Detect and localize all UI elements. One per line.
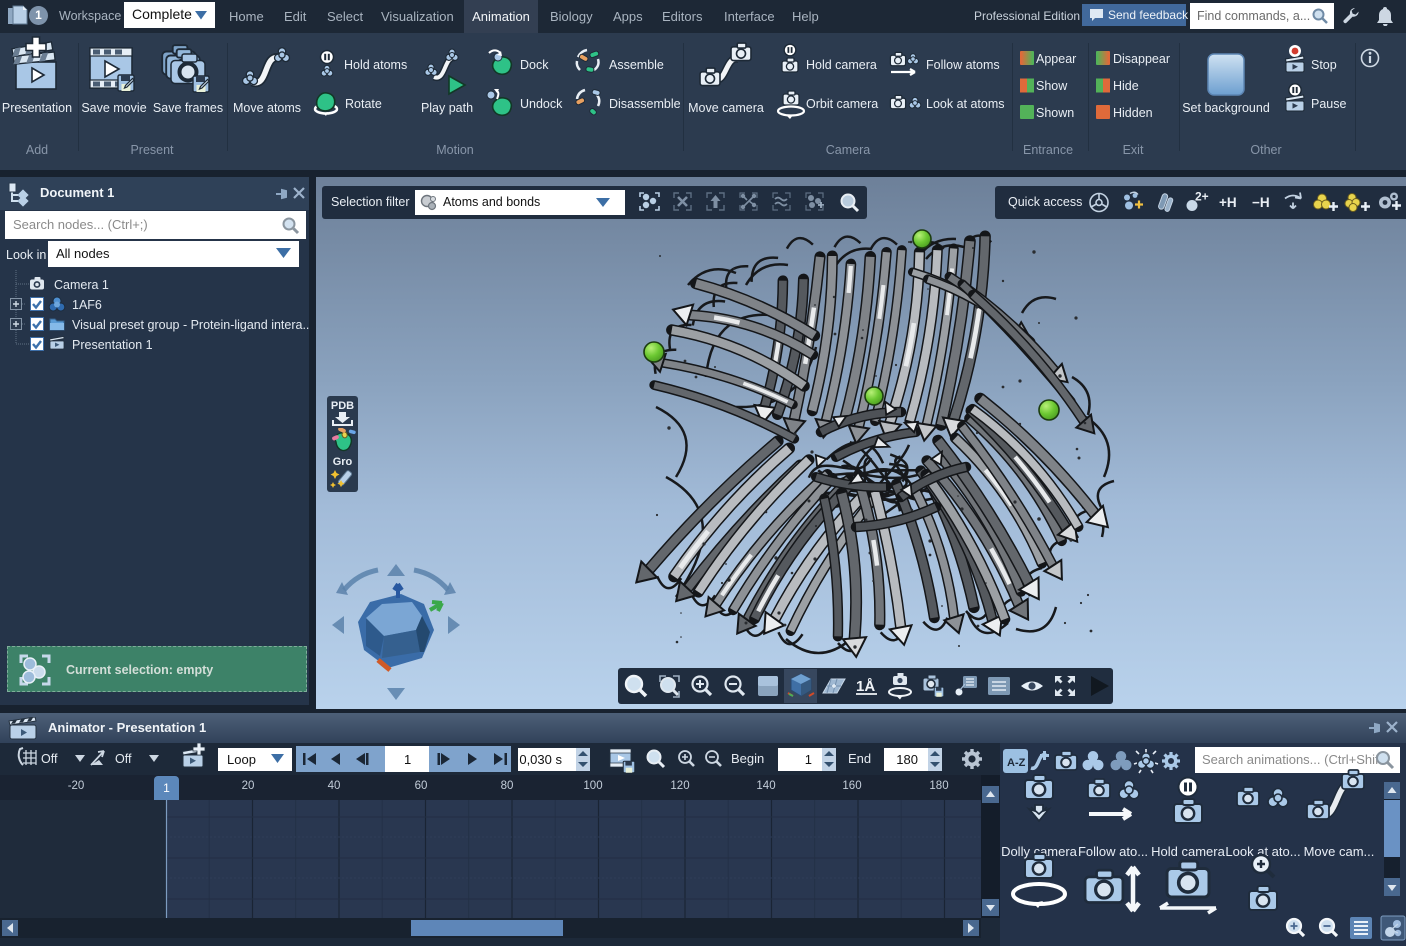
svg-text:Camera 1: Camera 1 <box>54 278 109 292</box>
svg-text:Visual preset group - Protein-: Visual preset group - Protein-ligand int… <box>72 318 309 332</box>
svg-text:+H: +H <box>1219 195 1237 210</box>
svg-text:Off: Off <box>115 752 132 766</box>
svg-text:Presentation 1: Presentation 1 <box>72 338 153 352</box>
svg-text:Hold camera: Hold camera <box>1151 844 1225 859</box>
svg-text:1Å: 1Å <box>856 678 875 695</box>
svg-text:1: 1 <box>805 752 812 767</box>
svg-text:180: 180 <box>896 752 918 767</box>
svg-text:Begin: Begin <box>731 751 764 766</box>
svg-text:Search animations... (Ctrl+Shi: Search animations... (Ctrl+Shif... <box>1202 752 1390 767</box>
svg-text:Follow ato...: Follow ato... <box>1078 844 1148 859</box>
svg-text:A-Z: A-Z <box>1007 757 1026 769</box>
svg-text:−H: −H <box>1252 195 1270 210</box>
svg-text:Move cam...: Move cam... <box>1304 844 1375 859</box>
svg-text:1AF6: 1AF6 <box>72 298 102 312</box>
svg-text:2+: 2+ <box>1195 190 1209 204</box>
svg-text:Loop: Loop <box>227 752 256 767</box>
svg-text:Off: Off <box>41 752 58 766</box>
svg-text:End: End <box>848 751 871 766</box>
svg-text:1: 1 <box>404 752 411 767</box>
svg-text:0,030 s: 0,030 s <box>519 752 562 767</box>
